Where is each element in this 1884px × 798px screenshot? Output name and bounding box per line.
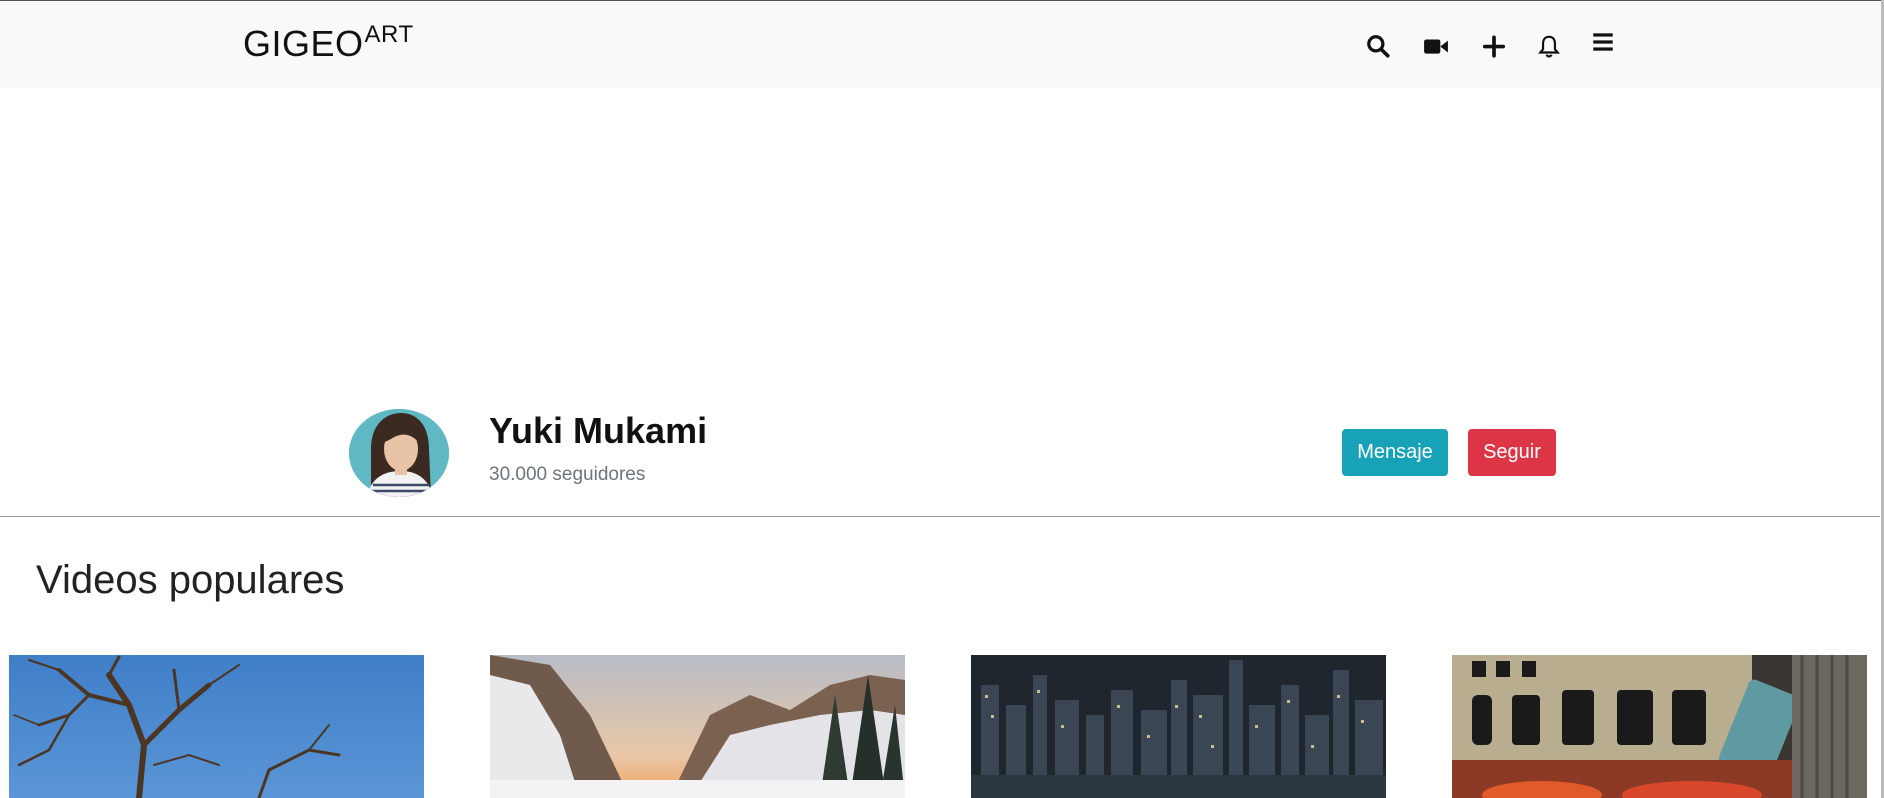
brand-suffix: ART <box>364 21 414 48</box>
video-thumbnail-market[interactable] <box>1452 655 1867 798</box>
video-thumbnail-city[interactable] <box>971 655 1386 798</box>
follow-button[interactable]: Seguir <box>1468 429 1556 476</box>
avatar[interactable] <box>349 409 449 497</box>
profile-header: Yuki Mukami 30.000 seguidores Mensaje Se… <box>0 388 1880 517</box>
menu-icon[interactable] <box>1590 29 1616 55</box>
brand-logo[interactable]: GIGEOART <box>243 21 414 65</box>
video-camera-icon[interactable] <box>1423 33 1449 59</box>
message-button[interactable]: Mensaje <box>1342 429 1448 476</box>
brand-name: GIGEO <box>243 23 364 64</box>
section-title: Videos populares <box>36 558 345 602</box>
plus-icon[interactable] <box>1481 33 1507 59</box>
search-icon[interactable] <box>1365 33 1391 59</box>
video-thumbnail-tree[interactable] <box>9 655 424 798</box>
video-thumbnail-mountains[interactable] <box>490 655 905 798</box>
top-navbar: GIGEOART <box>0 0 1884 88</box>
bell-icon[interactable] <box>1536 33 1562 59</box>
cover-area <box>0 88 1884 388</box>
follower-count: 30.000 seguidores <box>489 464 646 485</box>
profile-name: Yuki Mukami <box>489 410 708 451</box>
